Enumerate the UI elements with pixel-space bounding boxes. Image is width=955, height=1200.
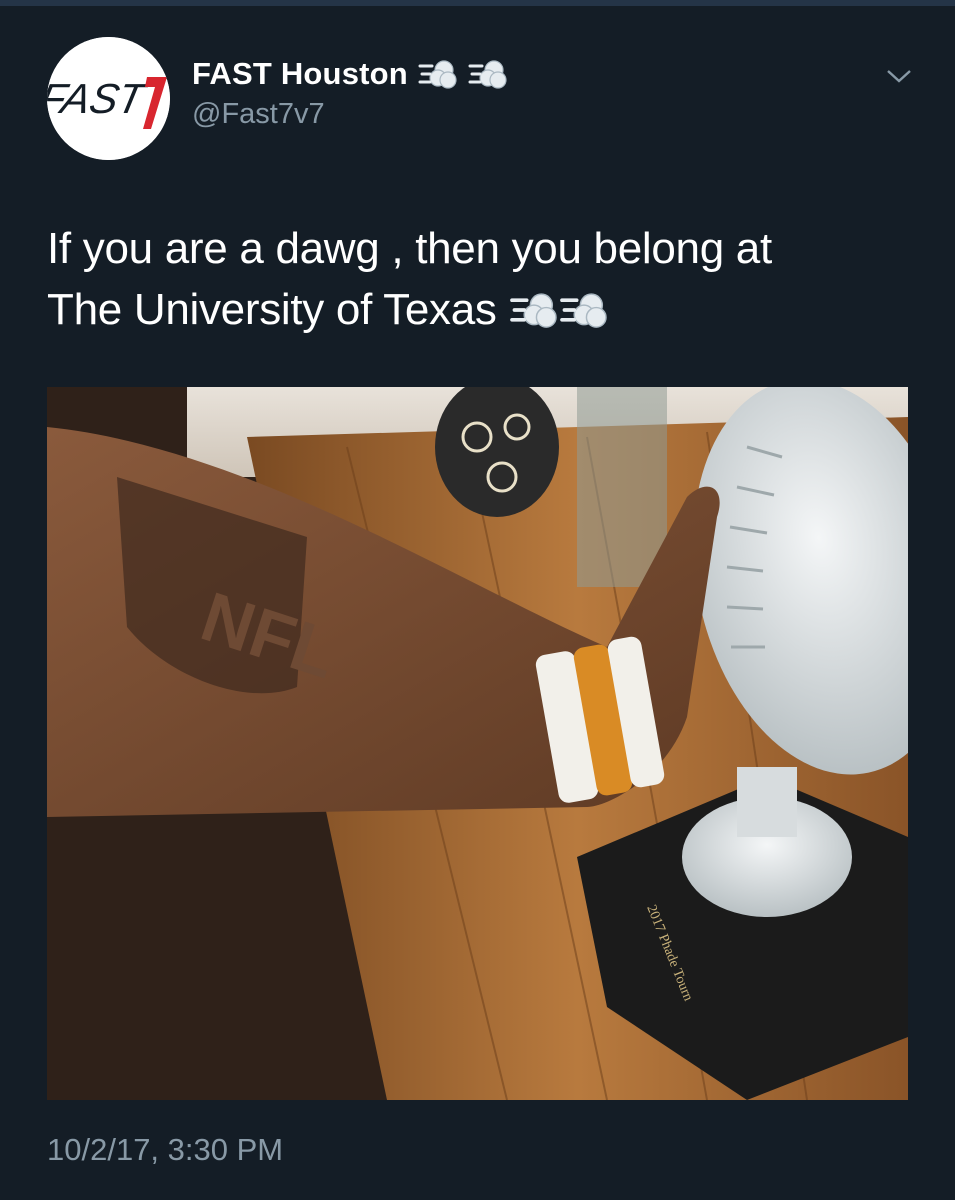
- tweet-text-line-2: The University of Texas: [47, 279, 927, 340]
- tweet-photo[interactable]: 2017 Phade Tourn NFL: [47, 387, 908, 1100]
- top-edge: [0, 0, 955, 6]
- user-handle[interactable]: @Fast7v7: [192, 98, 325, 131]
- dash-emoji-icon: [418, 56, 458, 92]
- avatar[interactable]: FAS T: [47, 37, 170, 160]
- tweet-text-line: If you are a dawg , then you belong at: [47, 224, 772, 273]
- dash-emoji-icon: [468, 56, 508, 92]
- fast7-logo-icon: FAS T: [47, 37, 170, 160]
- chevron-down-icon[interactable]: [884, 66, 914, 86]
- author-row: FAST Houston: [192, 52, 508, 96]
- tweet-timestamp[interactable]: 10/2/17, 3:30 PM: [47, 1132, 283, 1168]
- svg-text:FAS: FAS: [47, 75, 123, 121]
- photo-image: 2017 Phade Tourn NFL: [47, 387, 908, 1100]
- tweet-text-line: The University of Texas: [47, 285, 497, 334]
- display-name[interactable]: FAST Houston: [192, 56, 408, 92]
- dash-emoji-icon: [559, 287, 609, 331]
- dash-emoji-icon: [509, 287, 559, 331]
- tweet-text: If you are a dawg , then you belong at T…: [47, 218, 927, 340]
